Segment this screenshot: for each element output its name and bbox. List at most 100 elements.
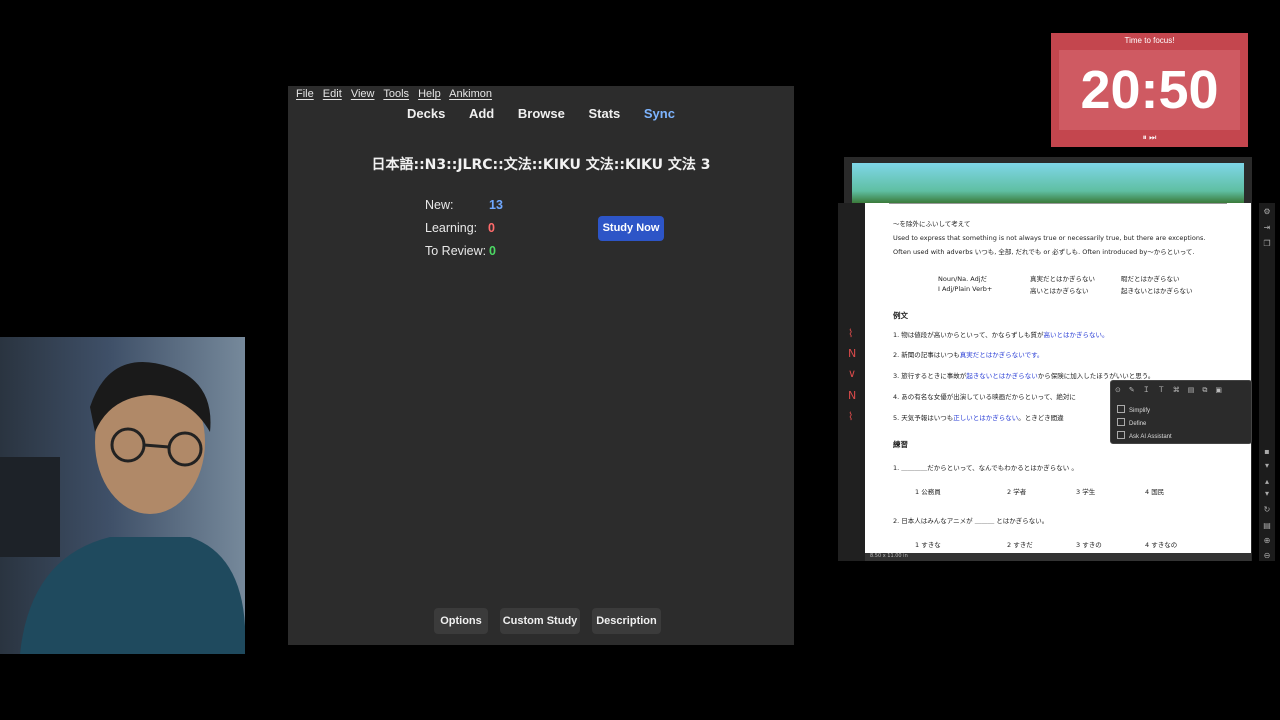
- stat-learning: Learning: 0: [425, 221, 495, 235]
- example-3-tail: から保険に加入したほうがいいと思う。: [1037, 372, 1155, 380]
- page-rule: [889, 203, 1227, 204]
- example-2: 2. 新聞の記事はいつも真実だとはかぎらないです。: [893, 349, 1043, 359]
- example-2-text: 2. 新聞の記事はいつも: [893, 351, 960, 359]
- q1-option-2: 2 学者: [1007, 488, 1027, 496]
- define-icon: [1117, 418, 1125, 426]
- zoom-out-icon[interactable]: ⊖: [1262, 551, 1272, 561]
- q1-option-1: 1 公務員: [915, 488, 941, 496]
- menu-define-label: Define: [1129, 421, 1147, 427]
- stat-learning-label: Learning:: [425, 221, 478, 235]
- anki-window: File Edit View Tools Help Ankimon Decks …: [288, 86, 794, 645]
- q2-option-4: 4 すきなの: [1145, 541, 1178, 549]
- q1-option-3: 3 学生: [1076, 488, 1096, 496]
- timer-time: 20:50: [1080, 60, 1219, 120]
- menu-simplify[interactable]: Simplify: [1117, 405, 1150, 414]
- chevron-down-icon-2[interactable]: ▾: [1262, 489, 1272, 499]
- rotate-icon[interactable]: ↻: [1262, 505, 1272, 515]
- custom-study-button[interactable]: Custom Study: [500, 608, 580, 634]
- study-now-button[interactable]: Study Now: [598, 216, 664, 241]
- export-icon[interactable]: ⇥: [1262, 223, 1272, 233]
- question-2: 2. 日本人はみんなアニメが ＿＿＿ とはかぎらない。: [893, 517, 1049, 525]
- form-2-right: 起きないとはかぎらない: [1121, 287, 1193, 295]
- stat-review-value: 0: [489, 244, 496, 258]
- timer-display: 20:50: [1059, 50, 1240, 130]
- copy-icon[interactable]: ❐: [1262, 239, 1272, 249]
- q1-option-4: 4 国民: [1145, 488, 1165, 496]
- example-1-text: 1. 物は値段が高いからといって、かならずしも質が: [893, 331, 1044, 339]
- stat-new: New: 13: [425, 198, 503, 212]
- pdf-page[interactable]: 〜を除外にふいして考えて Used to express that someth…: [865, 203, 1251, 553]
- menu-ask-ai[interactable]: Ask AI Assistant: [1117, 431, 1172, 440]
- menu-tools[interactable]: Tools: [383, 88, 409, 100]
- example-3-text: 3. 旅行するときに事故が: [893, 372, 967, 380]
- chevron-down-icon[interactable]: ▾: [1262, 461, 1272, 471]
- q2-option-2: 2 すきだ: [1007, 541, 1033, 549]
- menu-view[interactable]: View: [351, 88, 375, 100]
- pdf-banner-image: [852, 163, 1244, 203]
- context-toolbar-icons[interactable]: ⊙✎ＩＴ⌘▤⧉▣: [1115, 385, 1247, 395]
- question-1: 1. ＿＿＿＿だからといって、なんでもわかるとはかぎらない 。: [893, 464, 1078, 472]
- grammar-desc-2: Often used with adverbs いつも, 全部, だれでも or…: [893, 248, 1195, 256]
- simplify-icon: [1117, 405, 1125, 413]
- menu-file[interactable]: File: [296, 88, 314, 100]
- menu-bar: File Edit View Tools Help Ankimon: [296, 88, 498, 100]
- deck-title: 日本語::N3::JLRC::文法::KIKU 文法::KIKU 文法 3: [371, 157, 711, 173]
- pdf-status-bar: [865, 553, 1251, 561]
- example-1-highlight: 高いとはかぎらない。: [1043, 331, 1109, 339]
- toolbar-stats[interactable]: Stats: [588, 106, 620, 121]
- document-icon[interactable]: ▤: [1262, 521, 1272, 531]
- chevron-up-icon[interactable]: ▴: [1262, 477, 1272, 487]
- example-2-highlight: 真実だとはかぎらないです。: [959, 351, 1044, 359]
- settings-icon[interactable]: ⚙: [1262, 207, 1272, 217]
- example-5-tail: 。ときどき間違: [1018, 414, 1064, 422]
- person-silhouette: [0, 362, 245, 654]
- stat-new-label: New:: [425, 198, 454, 212]
- grammar-heading: 〜を除外にふいして考えて: [893, 220, 971, 228]
- menu-ask-ai-label: Ask AI Assistant: [1129, 434, 1172, 440]
- page-size-label: 8.50 x 11.00 in: [870, 553, 908, 559]
- example-5: 5. 天気予報はいつも正しいとはかぎらない。ときどき間違: [893, 412, 1064, 422]
- example-5-text: 5. 天気予報はいつも: [893, 414, 954, 422]
- options-button[interactable]: Options: [434, 608, 488, 634]
- form-1-right: 暇だとはかぎらない: [1121, 275, 1180, 283]
- examples-title: 例文: [893, 311, 908, 320]
- stat-review-label: To Review:: [425, 244, 487, 258]
- example-3-highlight: 起きないとはかぎらない: [966, 372, 1038, 380]
- stat-review: To Review: 0: [425, 244, 496, 258]
- toolbar-browse[interactable]: Browse: [518, 106, 565, 121]
- form-1-mid: 真実だとはかぎらない: [1030, 275, 1095, 283]
- form-2-mid: 高いとはかぎらない: [1030, 287, 1089, 295]
- example-1: 1. 物は値段が高いからといって、かならずしも質が高いとはかぎらない。: [893, 329, 1109, 339]
- description-button[interactable]: Description: [592, 608, 661, 634]
- form-1-left: Noun/Na. Adjだ: [938, 275, 988, 283]
- page-indicator-icon[interactable]: ▪: [1262, 447, 1272, 457]
- stat-learning-value: 0: [488, 221, 495, 235]
- toolbar-decks[interactable]: Decks: [407, 106, 445, 121]
- example-5-highlight: 正しいとはかぎらない: [953, 414, 1019, 422]
- pdf-left-margin: ⌇ Ν ∨ Ν ⌇: [838, 203, 866, 561]
- toolbar-sync[interactable]: Sync: [644, 106, 675, 121]
- menu-simplify-label: Simplify: [1129, 408, 1151, 414]
- ai-assistant-icon: [1117, 431, 1125, 439]
- q2-option-3: 3 すきの: [1076, 541, 1102, 549]
- menu-define[interactable]: Define: [1117, 418, 1146, 427]
- focus-timer: Time to focus! 20:50 ⏸ ⏭: [1051, 33, 1248, 147]
- stat-new-value: 13: [489, 198, 503, 212]
- pdf-side-toolbar: ⚙ ⇥ ❐ ▪ ▾ ▴ ▾ ↻ ▤ ⊕ ⊖: [1259, 203, 1275, 561]
- menu-help[interactable]: Help: [418, 88, 441, 100]
- practice-title: 練習: [893, 440, 908, 449]
- menu-edit[interactable]: Edit: [323, 88, 342, 100]
- timer-label: Time to focus!: [1124, 36, 1175, 45]
- grammar-desc-1: Used to express that something is not al…: [893, 234, 1206, 242]
- q2-option-1: 1 すきな: [915, 541, 941, 549]
- webcam-feed: [0, 337, 245, 654]
- timer-controls[interactable]: ⏸ ⏭: [1051, 133, 1248, 143]
- form-2-left: I Adj/Plain Verb+: [938, 285, 993, 293]
- main-toolbar: Decks Add Browse Stats Sync: [288, 106, 794, 121]
- text-context-menu: ⊙✎ＩＴ⌘▤⧉▣ Simplify Define Ask AI Assistan…: [1110, 380, 1252, 444]
- zoom-in-icon[interactable]: ⊕: [1262, 536, 1272, 546]
- example-4: 4. あの有名な女優が出演している映画だからといって、絶対に: [893, 393, 1076, 401]
- toolbar-add[interactable]: Add: [469, 106, 494, 121]
- example-3: 3. 旅行するときに事故が起きないとはかぎらないから保険に加入したほうがいいと思…: [893, 370, 1154, 380]
- menu-ankimon[interactable]: Ankimon: [449, 88, 492, 100]
